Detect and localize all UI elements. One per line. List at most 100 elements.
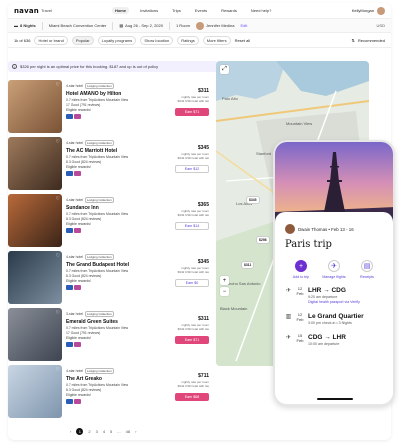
hotel-card[interactable]: ♡ 4-star hotel Lodging Collection The AC … [8, 137, 213, 190]
hotel-rating: 8.3 Good (824 reviews) [66, 160, 102, 164]
trip-sheet: Dwain Thomas • Feb 13 - 16 Paris trip + A… [275, 212, 393, 404]
hotel-rating: 8.3 Good (824 reviews) [66, 388, 102, 392]
loyalty-badge [74, 171, 81, 176]
hotel-card[interactable]: ♡ 3-star hotel Lodging Collection Emerald… [8, 308, 213, 361]
heart-icon[interactable]: ♡ [56, 310, 60, 316]
itinerary-item[interactable]: ✈ 15 Feb CDG → LHR 10:00 am departure [285, 333, 383, 346]
user-name: KellyMorgan [351, 8, 374, 13]
page-number[interactable]: 2 [88, 429, 90, 434]
zoom-in-button[interactable]: + [220, 276, 229, 285]
map-price-pin[interactable]: $345 [246, 196, 260, 204]
collection-tag: Lodging Collection [84, 368, 114, 374]
hotel-icon: ▥ [285, 314, 292, 320]
home-indicator [317, 398, 353, 400]
filter-loyalty[interactable]: Loyalty programs [97, 35, 137, 45]
product-name: Travel [40, 8, 52, 13]
nav-home[interactable]: Home [111, 7, 130, 14]
hotel-card[interactable]: ♡ 4-star hotel Lodging Collection The Gra… [8, 251, 213, 304]
page-number[interactable]: 5 [110, 429, 112, 434]
nav-invitations[interactable]: Invitations [137, 7, 161, 14]
earn-button[interactable]: Earn $71 [175, 336, 209, 344]
hotel-search-input[interactable]: Hotel or brand [34, 35, 68, 45]
nav-events[interactable]: Events [192, 7, 210, 14]
edit-link[interactable]: Edit [240, 23, 247, 28]
user-menu[interactable]: KellyMorgan [351, 6, 385, 15]
hotel-photo: ♡ [8, 194, 62, 247]
hotel-rating: 8.3 Good (824 reviews) [66, 217, 102, 221]
loyalty-badge [74, 342, 81, 347]
page-number[interactable]: 4 [103, 429, 105, 434]
map-label: Black Mountain [220, 306, 248, 311]
receipts-button[interactable]: ▤ Receipts [351, 260, 383, 279]
filter-more[interactable]: More filters [202, 35, 231, 45]
currency-select[interactable]: USD [377, 23, 385, 28]
heart-icon[interactable]: ♡ [56, 139, 60, 145]
price-note-line: $342 USD total with tax [177, 270, 209, 274]
prev-page-icon[interactable]: ‹ [70, 429, 71, 434]
add-to-trip-button[interactable]: + Add to trip [285, 260, 317, 279]
heart-icon[interactable]: ♡ [56, 367, 60, 373]
nav-help[interactable]: Need help? [248, 7, 274, 14]
hotel-rating: 17 Good (791 reviews) [66, 331, 101, 335]
hotel-card[interactable]: ♡ 4-star hotel Lodging Collection The Art… [8, 365, 213, 418]
filter-popular[interactable]: Popular [71, 35, 94, 45]
itinerary-item[interactable]: ▥ 12 Feb Le Grand Quartier 3:00 pm check-… [285, 312, 383, 325]
earn-button[interactable]: Earn $68 [175, 393, 209, 401]
calendar-icon: ▦ [119, 23, 124, 28]
filter-location[interactable]: Show location [140, 35, 174, 45]
itinerary-title: Le Grand Quartier [308, 313, 364, 320]
loyalty-badge [66, 342, 73, 347]
phone-mockup: Dwain Thomas • Feb 13 - 16 Paris trip + A… [273, 140, 395, 406]
heart-icon[interactable]: ♡ [56, 196, 60, 202]
sort-control[interactable]: ⇅ Recommended [352, 38, 385, 43]
page-number[interactable]: 48 [126, 429, 130, 434]
heart-icon[interactable]: ♡ [56, 82, 60, 88]
hotel-card[interactable]: ♡ 4-star hotel Lodging Collection Sundanc… [8, 194, 213, 247]
itinerary-item[interactable]: ✈ 12 Feb LHR → CDG 9:20 am departure Digi… [285, 286, 383, 304]
nav-trips[interactable]: Trips [169, 7, 184, 14]
hotel-stars: 3-star hotel [66, 312, 83, 316]
map-price-pin[interactable]: $311 [241, 261, 255, 269]
dates[interactable]: ▦ Aug 26 - Sep 2, 2020 [119, 23, 163, 28]
itinerary-details: LHR → CDG 9:20 am departure Digital heal… [308, 287, 383, 304]
location[interactable]: Miami Beach Convention Center [49, 23, 107, 28]
heart-icon[interactable]: ♡ [56, 253, 60, 259]
hotel-card[interactable]: ♡ 4-star hotel Lodging Collection Hotel A… [8, 80, 213, 133]
filter-ratings[interactable]: Ratings [177, 35, 199, 45]
nav-rewards[interactable]: Rewards [218, 7, 240, 14]
map-price-pin[interactable]: $298 [256, 236, 270, 244]
page-number[interactable]: 3 [96, 429, 98, 434]
reset-link[interactable]: Reset all [235, 38, 251, 43]
loyalty-badge [66, 285, 73, 290]
page-number[interactable]: 1 [76, 428, 84, 435]
guest[interactable]: Jennifer Medina [195, 21, 234, 30]
price-note-line: $342 USD total with tax [177, 327, 209, 331]
hotel-price: $311 [198, 316, 209, 322]
earn-button[interactable]: Earn $71 [175, 108, 209, 116]
hotel-stars: 4-star hotel [66, 141, 83, 145]
hotel-rating: 8.3 Good (824 reviews) [66, 274, 102, 278]
policy-banner: i $326 per night is an optimal price for… [8, 61, 218, 72]
pagination: ‹ 1 2 3 4 5... 48 › [70, 428, 136, 435]
map-label: Palo Alto [222, 96, 238, 101]
zoom-out-button[interactable]: − [220, 287, 229, 296]
price-note: nightly rate per room $342 USD total wit… [178, 209, 209, 217]
itinerary-details: Le Grand Quartier 3:00 pm check-in • 3 N… [308, 313, 383, 325]
itinerary-title: CDG → LHR [308, 334, 346, 341]
rooms[interactable]: 1 Room [176, 23, 190, 28]
earn-button[interactable]: Earn $14 [175, 222, 209, 230]
divider [112, 21, 114, 30]
itinerary-link[interactable]: Digital health passport via Verifly [308, 300, 383, 304]
earn-button[interactable]: Earn $0 [175, 279, 209, 287]
avatar [377, 6, 385, 15]
manage-flights-button[interactable]: ✈ Manage flights [318, 260, 350, 279]
earn-button[interactable]: Earn $12 [175, 165, 209, 173]
page-number[interactable]: ... [117, 429, 120, 434]
divider [168, 21, 170, 30]
next-page-icon[interactable]: › [135, 429, 136, 434]
hotel-info: 4-star hotel Lodging Collection Hotel AMA… [62, 80, 213, 133]
hotel-photo: ♡ [8, 137, 62, 190]
map-expand-icon[interactable]: ⤢ [220, 65, 229, 74]
hotel-stars: 4-star hotel [66, 198, 83, 202]
itinerary-month: Feb [296, 290, 304, 296]
